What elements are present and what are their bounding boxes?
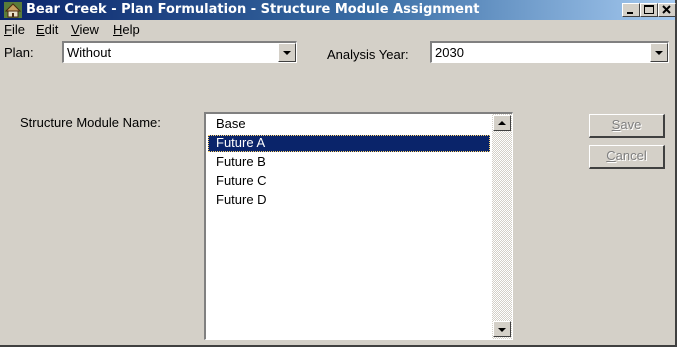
maximize-icon [644,5,654,14]
structure-module-list[interactable]: Base Future A Future B Future C Future D [204,112,513,340]
chevron-down-icon [498,328,506,332]
menu-view[interactable]: View [71,22,99,37]
menu-bar: File Edit View Help [0,20,675,38]
app-icon [4,2,22,18]
minimize-button[interactable] [622,3,640,17]
close-icon [662,5,671,14]
menu-help[interactable]: Help [113,22,140,37]
plan-label: Plan: [4,45,34,60]
window-title: Bear Creek - Plan Formulation - Structur… [26,2,480,17]
structure-module-label: Structure Module Name: [20,115,161,130]
title-bar[interactable]: Bear Creek - Plan Formulation - Structur… [0,0,676,20]
analysis-year-value: 2030 [435,45,464,60]
main-window: Bear Creek - Plan Formulation - Structur… [0,0,677,347]
vertical-scrollbar[interactable] [492,114,512,339]
close-button[interactable] [658,3,676,17]
analysis-year-label: Analysis Year: [327,47,409,62]
minimize-icon [627,12,633,14]
chevron-down-icon [655,51,663,55]
save-button[interactable]: Save [589,114,665,138]
plan-select-value: Without [67,45,112,60]
list-item-selected[interactable]: Future A [208,135,490,152]
list-item[interactable]: Future C [208,173,490,190]
chevron-up-icon [498,121,506,125]
chevron-down-icon [283,51,291,55]
list-item[interactable]: Future D [208,192,490,209]
maximize-button[interactable] [640,3,658,17]
scroll-up-button[interactable] [493,115,511,131]
analysis-year-dropdown-button[interactable] [650,43,668,62]
menu-edit[interactable]: Edit [36,22,58,37]
plan-select[interactable]: Without [62,41,297,63]
analysis-year-select[interactable]: 2030 [430,41,669,63]
menu-file[interactable]: File [4,22,25,37]
cancel-button[interactable]: Cancel [589,145,665,169]
plan-dropdown-button[interactable] [278,43,296,62]
list-item[interactable]: Base [208,116,490,133]
scroll-down-button[interactable] [493,321,511,337]
list-item[interactable]: Future B [208,154,490,171]
